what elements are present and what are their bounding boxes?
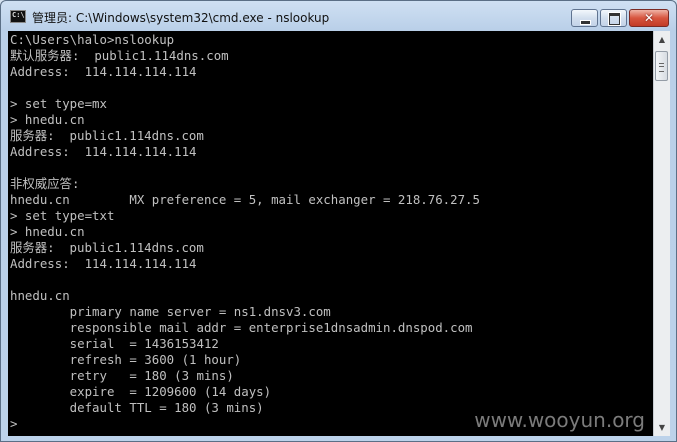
maximize-button[interactable] <box>600 9 627 27</box>
minimize-button[interactable] <box>571 9 598 27</box>
console-line: C:\Users\halo>nslookup <box>10 32 175 47</box>
console-line: hnedu.cn MX preference = 5, mail exchang… <box>10 192 480 207</box>
console-line: 服务器: public1.114dns.com <box>10 240 204 255</box>
console-line: retry = 180 (3 mins) <box>10 368 234 383</box>
console-line: 服务器: public1.114dns.com <box>10 128 204 143</box>
console-line: refresh = 3600 (1 hour) <box>10 352 242 367</box>
console-line: Address: 114.114.114.114 <box>10 64 197 79</box>
cmd-window: 管理员: C:\Windows\system32\cmd.exe - nsloo… <box>0 0 677 442</box>
console-line: hnedu.cn <box>10 288 70 303</box>
console-line: > hnedu.cn <box>10 224 85 239</box>
console-line: > set type=txt <box>10 208 115 223</box>
scroll-up-arrow-icon[interactable]: ▲ <box>654 31 670 48</box>
scroll-down-arrow-icon[interactable]: ▼ <box>654 419 670 436</box>
console-line: primary name server = ns1.dnsv3.com <box>10 304 331 319</box>
console-line: 默认服务器: public1.114dns.com <box>10 48 229 63</box>
console-line: > set type=mx <box>10 96 107 111</box>
console-line: default TTL = 180 (3 mins) <box>10 400 264 415</box>
console-line: expire = 1209600 (14 days) <box>10 384 272 399</box>
console-line: > hnedu.cn <box>10 112 85 127</box>
title-bar[interactable]: 管理员: C:\Windows\system32\cmd.exe - nsloo… <box>1 1 676 31</box>
vertical-scrollbar[interactable]: ▲ ▼ <box>653 31 670 436</box>
console-line: > <box>10 416 18 431</box>
scrollbar-thumb[interactable] <box>655 51 668 81</box>
minimize-icon <box>580 20 591 25</box>
console-line: Address: 114.114.114.114 <box>10 144 197 159</box>
console-output[interactable]: C:\Users\halo>nslookup 默认服务器: public1.114… <box>8 31 653 436</box>
console-lines: C:\Users\halo>nslookup 默认服务器: public1.114… <box>10 32 480 432</box>
maximize-icon <box>609 13 620 25</box>
console-line: serial = 1436153412 <box>10 336 219 351</box>
window-title: 管理员: C:\Windows\system32\cmd.exe - nsloo… <box>32 11 330 25</box>
console-line: 非权威应答: <box>10 176 80 191</box>
console-line: Address: 114.114.114.114 <box>10 256 197 271</box>
watermark-text: www.wooyun.org <box>474 408 645 432</box>
grip-icon <box>659 63 664 72</box>
close-button[interactable]: ✕ <box>629 9 669 27</box>
close-icon: ✕ <box>643 11 655 25</box>
cmd-app-icon[interactable] <box>10 10 26 23</box>
console-line: responsible mail addr = enterprise1dnsad… <box>10 320 473 335</box>
